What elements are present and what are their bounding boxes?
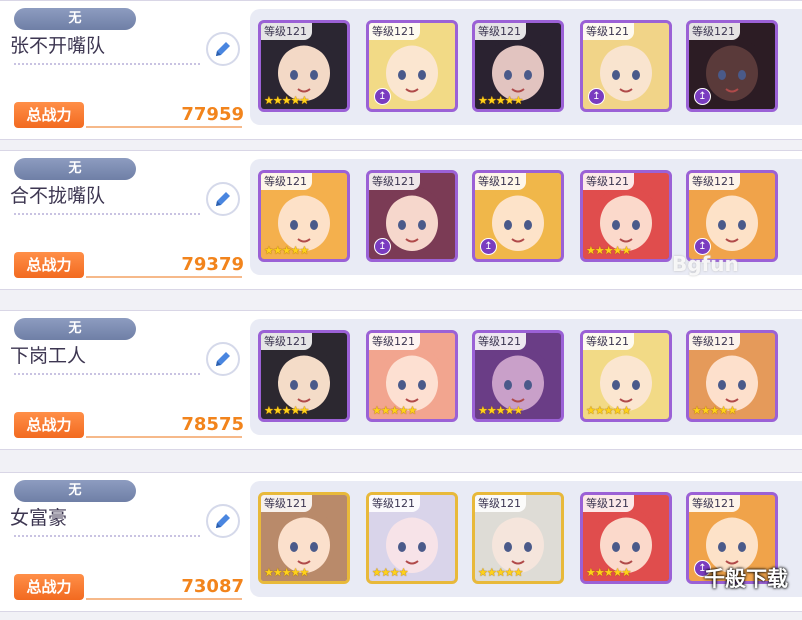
star-rating: ★★★★★ bbox=[586, 244, 631, 257]
total-power-value: 73087 bbox=[181, 576, 244, 597]
character-card[interactable]: 等级121 ↥ bbox=[366, 20, 458, 112]
unique-equipment-icon: ↥ bbox=[588, 88, 605, 105]
team-tag: 无 bbox=[14, 8, 136, 30]
character-card[interactable]: 等级121 ★★★★★ bbox=[580, 492, 672, 584]
level-label: 等级121 bbox=[475, 173, 526, 190]
level-label: 等级121 bbox=[583, 333, 634, 350]
level-label: 等级121 bbox=[261, 173, 312, 190]
character-card[interactable]: 等级121 ★★★★★ bbox=[258, 330, 350, 422]
total-power-value: 79379 bbox=[181, 254, 244, 275]
character-card[interactable]: 等级121 ★★★★★ bbox=[258, 20, 350, 112]
level-label: 等级121 bbox=[475, 495, 526, 512]
star-rating: ★★★★★ bbox=[586, 404, 631, 417]
level-label: 等级121 bbox=[369, 23, 420, 40]
edit-button[interactable] bbox=[206, 32, 240, 66]
total-power-value: 77959 bbox=[181, 104, 244, 125]
team-tag: 无 bbox=[14, 318, 136, 340]
pencil-icon bbox=[216, 514, 230, 528]
star-rating: ★★★★★ bbox=[264, 404, 309, 417]
unique-equipment-icon: ↥ bbox=[480, 238, 497, 255]
level-label: 等级121 bbox=[689, 495, 740, 512]
character-card[interactable]: 等级121 ↥ bbox=[686, 20, 778, 112]
star-rating: ★★★★★ bbox=[264, 244, 309, 257]
level-label: 等级121 bbox=[261, 333, 312, 350]
level-label: 等级121 bbox=[261, 23, 312, 40]
character-roster: 等级121 ★★★★★ 等级121 ↥ 等级121 ★★★★★ 等级121 ↥ … bbox=[250, 9, 802, 125]
total-power-value: 78575 bbox=[181, 414, 244, 435]
team-tag: 无 bbox=[14, 158, 136, 180]
star-rating: ★★★★ bbox=[372, 566, 408, 579]
level-label: 等级121 bbox=[369, 333, 420, 350]
star-rating: ★★★★★ bbox=[586, 566, 631, 579]
character-card[interactable]: 等级121 ★★★★ bbox=[366, 492, 458, 584]
character-card[interactable]: 等级121 ↥ bbox=[366, 170, 458, 262]
star-rating: ★★★★★ bbox=[478, 404, 523, 417]
edit-button[interactable] bbox=[206, 504, 240, 538]
character-card[interactable]: 等级121 ★★★★★ bbox=[472, 330, 564, 422]
team-name: 张不开嘴队 bbox=[10, 35, 106, 57]
name-underline bbox=[14, 535, 200, 537]
character-roster: 等级121 ★★★★★ 等级121 ★★★★★ 等级121 ★★★★★ 等级12… bbox=[250, 319, 802, 435]
character-card[interactable]: 等级121 ★★★★★ bbox=[472, 20, 564, 112]
character-card[interactable]: 等级121 ★★★★★ bbox=[686, 330, 778, 422]
level-label: 等级121 bbox=[689, 333, 740, 350]
watermark-qianban: 千般下载 bbox=[704, 567, 788, 591]
star-rating: ★★★★★ bbox=[478, 94, 523, 107]
character-card[interactable]: 等级121 ★★★★★ bbox=[366, 330, 458, 422]
character-card[interactable]: 等级121 ↥ bbox=[686, 170, 778, 262]
edit-button[interactable] bbox=[206, 182, 240, 216]
pencil-icon bbox=[216, 42, 230, 56]
unique-equipment-icon: ↥ bbox=[374, 88, 391, 105]
team-panel: 无 女富豪 总战力 73087 等级121 ★★★★★ 等级121 ★★★★ 等… bbox=[0, 472, 802, 612]
star-rating: ★★★★★ bbox=[264, 94, 309, 107]
total-power-label: 总战力 bbox=[14, 574, 84, 600]
name-underline bbox=[14, 63, 200, 65]
team-panel: 无 下岗工人 总战力 78575 等级121 ★★★★★ 等级121 ★★★★★… bbox=[0, 310, 802, 450]
team-name: 女富豪 bbox=[10, 507, 68, 529]
star-rating: ★★★★★ bbox=[372, 404, 417, 417]
team-name: 下岗工人 bbox=[10, 345, 87, 367]
team-name: 合不拢嘴队 bbox=[10, 185, 106, 207]
star-rating: ★★★★★ bbox=[264, 566, 309, 579]
level-label: 等级121 bbox=[475, 23, 526, 40]
level-label: 等级121 bbox=[689, 23, 740, 40]
character-card[interactable]: 等级121 ★★★★★ bbox=[258, 170, 350, 262]
total-power-label: 总战力 bbox=[14, 412, 84, 438]
total-power-label: 总战力 bbox=[14, 252, 84, 278]
character-card[interactable]: 等级121 ↥ bbox=[472, 170, 564, 262]
unique-equipment-icon: ↥ bbox=[374, 238, 391, 255]
character-card[interactable]: 等级121 ★★★★★ bbox=[580, 170, 672, 262]
star-rating: ★★★★★ bbox=[478, 566, 523, 579]
pencil-icon bbox=[216, 352, 230, 366]
character-card[interactable]: 等级121 ★★★★★ bbox=[580, 330, 672, 422]
level-label: 等级121 bbox=[689, 173, 740, 190]
watermark-bgfun: Bgfun bbox=[672, 252, 739, 276]
character-card[interactable]: 等级121 ★★★★★ bbox=[472, 492, 564, 584]
name-underline bbox=[14, 213, 200, 215]
level-label: 等级121 bbox=[583, 23, 634, 40]
level-label: 等级121 bbox=[369, 495, 420, 512]
level-label: 等级121 bbox=[369, 173, 420, 190]
character-card[interactable]: 等级121 ↥ bbox=[580, 20, 672, 112]
total-power-label: 总战力 bbox=[14, 102, 84, 128]
star-rating: ★★★★★ bbox=[692, 404, 737, 417]
unique-equipment-icon: ↥ bbox=[694, 88, 711, 105]
pencil-icon bbox=[216, 192, 230, 206]
character-card[interactable]: 等级121 ★★★★★ bbox=[258, 492, 350, 584]
level-label: 等级121 bbox=[475, 333, 526, 350]
edit-button[interactable] bbox=[206, 342, 240, 376]
level-label: 等级121 bbox=[583, 495, 634, 512]
level-label: 等级121 bbox=[583, 173, 634, 190]
level-label: 等级121 bbox=[261, 495, 312, 512]
name-underline bbox=[14, 373, 200, 375]
team-tag: 无 bbox=[14, 480, 136, 502]
team-panel: 无 张不开嘴队 总战力 77959 等级121 ★★★★★ 等级121 ↥ 等级… bbox=[0, 0, 802, 140]
